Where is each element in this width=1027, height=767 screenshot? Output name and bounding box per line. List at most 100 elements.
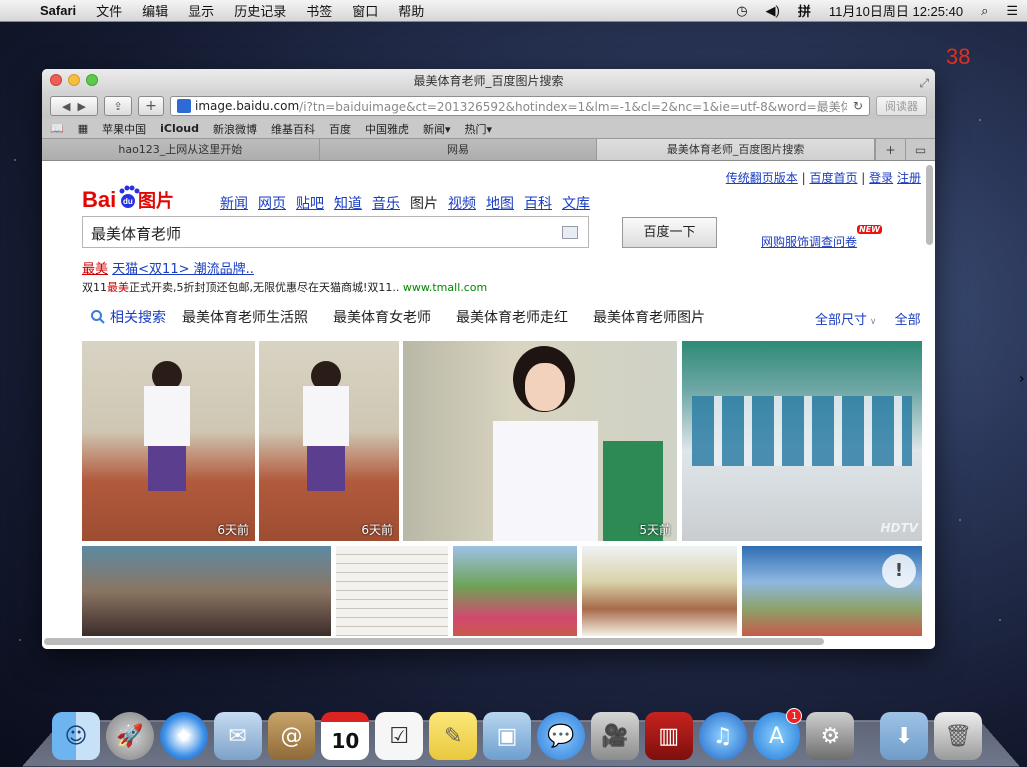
image-result[interactable]: 5天前 [403, 341, 677, 541]
contacts-icon[interactable]: @ [267, 712, 316, 760]
reload-icon[interactable]: ↻ [847, 99, 863, 113]
itunes-icon[interactable]: ♫ [698, 712, 747, 760]
ad-title[interactable]: 最美 天猫<双11> 潮流品牌.. [82, 258, 254, 277]
bookmarks-book-icon[interactable]: 📖 [50, 122, 64, 135]
survey-link[interactable]: 网购服饰调查问卷 [761, 233, 857, 250]
menu-file[interactable]: 文件 [86, 1, 132, 20]
image-result[interactable]: 6天前 [259, 341, 399, 541]
image-result[interactable] [82, 546, 331, 636]
fav-item[interactable]: 新闻▾ [423, 121, 451, 137]
trash-icon[interactable]: 🗑 [934, 712, 983, 760]
search-button[interactable]: 百度一下 [622, 217, 717, 248]
menu-help[interactable]: 帮助 [388, 1, 434, 20]
link-login[interactable]: 登录 [869, 171, 893, 185]
preview-icon[interactable]: ▣ [483, 712, 532, 760]
photobooth-icon[interactable]: ▥ [644, 712, 693, 760]
fav-item[interactable]: 热门▾ [465, 121, 493, 137]
nav-zhidao[interactable]: 知道 [334, 193, 362, 213]
fav-item[interactable]: 百度 [329, 121, 351, 137]
nav-map[interactable]: 地图 [486, 193, 514, 213]
share-button[interactable]: ⇪ [104, 96, 132, 116]
volume-icon[interactable]: ◀) [757, 3, 789, 19]
nav-baike[interactable]: 百科 [524, 193, 552, 213]
menu-bookmarks[interactable]: 书签 [296, 1, 342, 20]
input-method-icon[interactable]: 拼 [789, 1, 820, 20]
finder-icon[interactable]: ☺ [52, 712, 100, 760]
baidu-logo[interactable]: Bai du 图片 [82, 181, 174, 215]
new-tab-button[interactable]: + [138, 96, 164, 116]
nav-web[interactable]: 网页 [258, 193, 286, 213]
appstore-icon[interactable]: A1 [752, 708, 803, 760]
time-machine-icon[interactable]: ◷ [727, 3, 756, 19]
tab-hao123[interactable]: hao123_上网从这里开始 [42, 139, 320, 160]
size-filter[interactable]: 全部尺寸 [815, 313, 867, 328]
zoom-window-button[interactable] [86, 74, 98, 86]
tab-163[interactable]: 网易 [319, 139, 598, 160]
ad-url[interactable]: www.tmall.com [403, 281, 487, 294]
menu-history[interactable]: 历史记录 [224, 1, 296, 20]
fav-item[interactable]: 维基百科 [271, 121, 315, 137]
spotlight-icon[interactable]: ⌕ [972, 3, 997, 19]
horizontal-scrollbar[interactable] [44, 638, 824, 645]
nav-news[interactable]: 新闻 [220, 193, 248, 213]
fullscreen-icon[interactable]: ⤢ [919, 71, 929, 95]
mouse-cursor-icon: › [1019, 371, 1025, 387]
back-icon[interactable]: ◀ [62, 100, 70, 113]
related-item[interactable]: 最美体育老师图片 [593, 307, 705, 327]
image-result[interactable] [582, 546, 737, 636]
system-preferences-icon[interactable]: ⚙ [806, 712, 855, 760]
overlay-counter: 38 [946, 44, 971, 69]
image-result[interactable]: HDTV [682, 341, 922, 541]
reminders-icon[interactable]: ☑ [375, 712, 424, 760]
forward-icon[interactable]: ▶ [78, 100, 86, 113]
close-window-button[interactable] [50, 74, 62, 86]
mail-icon[interactable]: ✉ [213, 712, 262, 760]
nav-music[interactable]: 音乐 [372, 193, 400, 213]
fav-item[interactable]: iCloud [160, 122, 199, 135]
image-result[interactable] [453, 546, 577, 636]
nav-tieba[interactable]: 贴吧 [296, 193, 324, 213]
image-result[interactable] [336, 546, 448, 636]
facetime-icon[interactable]: 🎥 [590, 712, 639, 760]
link-classic-paging[interactable]: 传统翻页版本 [726, 171, 798, 185]
image-result[interactable]: ! [742, 546, 922, 636]
menu-window[interactable]: 窗口 [342, 1, 388, 20]
vertical-scrollbar[interactable] [926, 165, 933, 245]
top-sites-grid-icon[interactable]: ▦ [78, 122, 88, 135]
downloads-folder-icon[interactable]: ⬇ [880, 712, 929, 760]
notes-icon[interactable]: ✎ [429, 712, 478, 760]
minimize-window-button[interactable] [68, 74, 80, 86]
back-forward-buttons[interactable]: ◀ ▶ [50, 96, 98, 116]
related-item[interactable]: 最美体育女老师 [333, 307, 431, 327]
feedback-exclamation-icon[interactable]: ! [882, 554, 916, 588]
nav-wenku[interactable]: 文库 [562, 193, 590, 213]
app-menu[interactable]: Safari [38, 3, 86, 18]
menu-edit[interactable]: 编辑 [132, 1, 178, 20]
fav-item[interactable]: 中国雅虎 [365, 121, 409, 137]
menu-view[interactable]: 显示 [178, 1, 224, 20]
all-filter[interactable]: 全部 [895, 313, 921, 328]
menubar-datetime[interactable]: 11月10日周日 12:25:40 [820, 1, 972, 20]
related-item[interactable]: 最美体育老师走红 [456, 307, 568, 327]
notification-center-icon[interactable]: ☰ [997, 3, 1027, 19]
calendar-icon[interactable]: 10 [321, 712, 370, 760]
tab-baidu-images[interactable]: 最美体育老师_百度图片搜索 [597, 139, 876, 160]
link-baidu-home[interactable]: 百度首页 [809, 171, 857, 185]
search-query: 最美体育老师 [91, 225, 182, 243]
safari-icon[interactable]: ✦ [159, 712, 208, 760]
reader-button[interactable]: 阅读器 [876, 96, 927, 116]
ad-title-link[interactable]: 天猫<双11> 潮流品牌.. [112, 262, 254, 277]
nav-video[interactable]: 视频 [448, 193, 476, 213]
tab-overview-icon[interactable]: ▭ [905, 139, 935, 160]
image-search-camera-icon[interactable] [562, 226, 578, 239]
related-item[interactable]: 最美体育老师生活照 [182, 307, 308, 327]
search-input[interactable]: 最美体育老师 [82, 216, 589, 248]
image-result[interactable]: 6天前 [82, 341, 255, 541]
messages-icon[interactable]: 💬 [537, 712, 585, 760]
launchpad-icon[interactable]: 🚀 [105, 712, 154, 760]
fav-item[interactable]: 苹果中国 [102, 121, 146, 137]
link-register[interactable]: 注册 [897, 171, 921, 185]
fav-item[interactable]: 新浪微博 [213, 121, 257, 137]
address-bar[interactable]: image.baidu.com /i?tn=baiduimage&ct=2013… [170, 96, 870, 116]
new-tab-icon[interactable]: + [875, 139, 906, 160]
